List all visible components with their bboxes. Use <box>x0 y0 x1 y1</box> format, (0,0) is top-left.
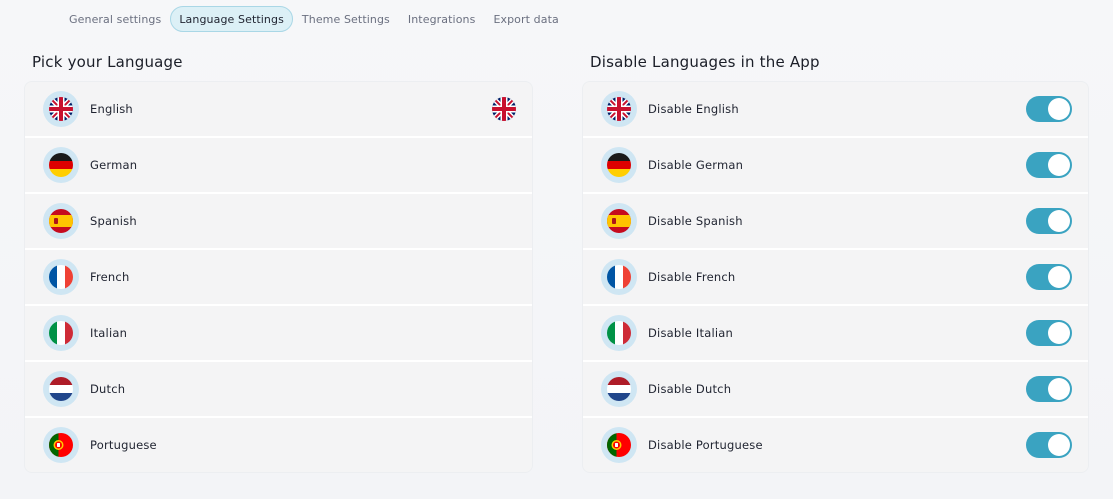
toggle-knob <box>1048 378 1070 400</box>
language-option-spanish[interactable]: Spanish <box>25 194 532 250</box>
selected-language-uk-flag-icon <box>492 97 516 121</box>
tab-general-settings[interactable]: General settings <box>60 6 170 32</box>
settings-tabs: General settings Language Settings Theme… <box>60 5 568 33</box>
language-option-dutch[interactable]: Dutch <box>25 362 532 418</box>
toggle-knob <box>1048 266 1070 288</box>
disable-row-portuguese: Disable Portuguese <box>583 418 1088 472</box>
tab-integrations[interactable]: Integrations <box>399 6 485 32</box>
language-label: Portuguese <box>90 438 157 452</box>
spain-flag-icon <box>601 203 637 239</box>
language-label: French <box>90 270 130 284</box>
disable-label: Disable Portuguese <box>648 438 763 452</box>
language-option-italian[interactable]: Italian <box>25 306 532 362</box>
portugal-flag-icon <box>601 427 637 463</box>
disable-row-english: Disable English <box>583 82 1088 138</box>
disable-language-list: Disable English Disable German Disable S… <box>582 81 1089 473</box>
germany-flag-icon <box>601 147 637 183</box>
disable-italian-toggle[interactable] <box>1026 320 1072 346</box>
language-option-french[interactable]: French <box>25 250 532 306</box>
disable-row-spanish: Disable Spanish <box>583 194 1088 250</box>
germany-flag-icon <box>43 147 79 183</box>
disable-label: Disable German <box>648 158 744 172</box>
disable-languages-panel: Disable Languages in the App Disable Eng… <box>582 52 1089 473</box>
language-label: Italian <box>90 326 128 340</box>
uk-flag-icon <box>601 91 637 127</box>
italy-flag-icon <box>43 315 79 351</box>
uk-flag-icon <box>43 91 79 127</box>
tab-language-settings[interactable]: Language Settings <box>170 6 293 32</box>
toggle-knob <box>1048 98 1070 120</box>
netherlands-flag-icon <box>601 371 637 407</box>
language-label: Dutch <box>90 382 126 396</box>
toggle-knob <box>1048 154 1070 176</box>
toggle-knob <box>1048 210 1070 232</box>
tab-theme-settings[interactable]: Theme Settings <box>293 6 399 32</box>
disable-label: Disable Italian <box>648 326 733 340</box>
language-list: English German Spanish French Italian Du… <box>24 81 533 473</box>
disable-portuguese-toggle[interactable] <box>1026 432 1072 458</box>
language-option-german[interactable]: German <box>25 138 532 194</box>
toggle-knob <box>1048 322 1070 344</box>
disable-label: Disable French <box>648 270 736 284</box>
disable-label: Disable English <box>648 102 739 116</box>
disable-dutch-toggle[interactable] <box>1026 376 1072 402</box>
toggle-knob <box>1048 434 1070 456</box>
pick-language-panel: Pick your Language English German Spanis… <box>24 52 533 473</box>
language-settings-page: General settings Language Settings Theme… <box>0 0 1113 499</box>
disable-german-toggle[interactable] <box>1026 152 1072 178</box>
italy-flag-icon <box>601 315 637 351</box>
disable-row-italian: Disable Italian <box>583 306 1088 362</box>
disable-languages-title: Disable Languages in the App <box>590 53 820 71</box>
disable-english-toggle[interactable] <box>1026 96 1072 122</box>
disable-label: Disable Dutch <box>648 382 732 396</box>
language-label: Spanish <box>90 214 137 228</box>
spain-flag-icon <box>43 203 79 239</box>
language-option-english[interactable]: English <box>25 82 532 138</box>
language-label: German <box>90 158 138 172</box>
disable-row-dutch: Disable Dutch <box>583 362 1088 418</box>
pick-language-title: Pick your Language <box>32 53 183 71</box>
disable-row-french: Disable French <box>583 250 1088 306</box>
disable-french-toggle[interactable] <box>1026 264 1072 290</box>
tab-export-data[interactable]: Export data <box>484 6 567 32</box>
portugal-flag-icon <box>43 427 79 463</box>
disable-row-german: Disable German <box>583 138 1088 194</box>
disable-spanish-toggle[interactable] <box>1026 208 1072 234</box>
disable-label: Disable Spanish <box>648 214 743 228</box>
language-label: English <box>90 102 133 116</box>
france-flag-icon <box>601 259 637 295</box>
netherlands-flag-icon <box>43 371 79 407</box>
france-flag-icon <box>43 259 79 295</box>
language-option-portuguese[interactable]: Portuguese <box>25 418 532 472</box>
